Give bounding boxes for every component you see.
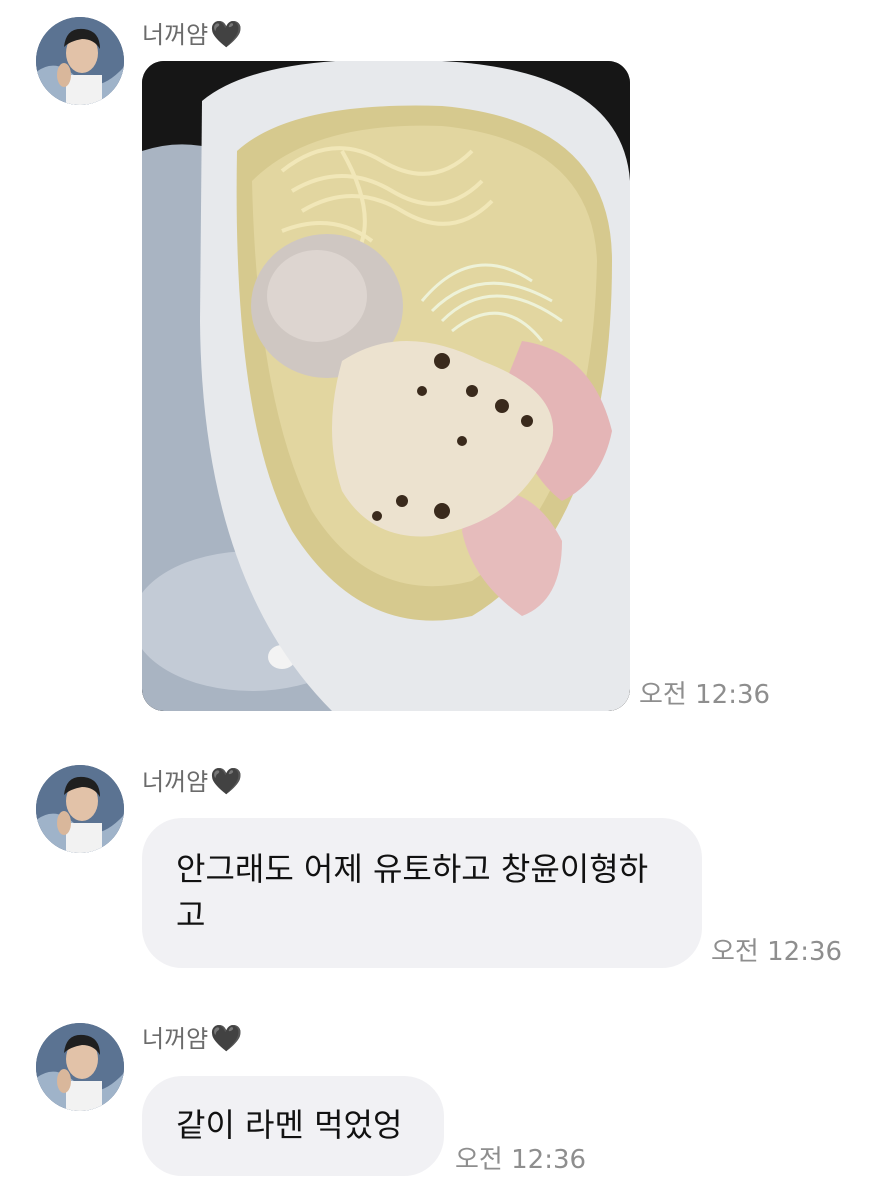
message-text: 같이 라멘 먹었엉: [176, 1106, 403, 1144]
avatar[interactable]: [36, 1023, 124, 1111]
message-time: 오전 12:36: [711, 937, 843, 967]
message-bubble[interactable]: 안그래도 어제 유토하고 창윤이형하 고: [142, 818, 702, 968]
sender-name: 너꺼얌🖤: [142, 20, 243, 50]
black-heart-icon: 🖤: [210, 20, 243, 50]
message-time: 오전 12:36: [639, 680, 771, 710]
ramen-photo-icon: [142, 61, 630, 711]
sender-name-text: 너꺼얌: [142, 21, 209, 49]
message-bubble[interactable]: 같이 라멘 먹었엉: [142, 1076, 444, 1176]
sender-name-text: 너꺼얌: [142, 768, 209, 796]
sender-name: 너꺼얌🖤: [142, 1024, 243, 1054]
sender-name: 너꺼얌🖤: [142, 767, 243, 797]
sender-name-text: 너꺼얌: [142, 1025, 209, 1053]
black-heart-icon: 🖤: [210, 1024, 243, 1054]
ramen-photo[interactable]: [142, 61, 630, 711]
black-heart-icon: 🖤: [210, 767, 243, 797]
message-text: 안그래도 어제 유토하고 창윤이형하 고: [176, 850, 649, 934]
avatar[interactable]: [36, 765, 124, 853]
profile-photo-icon: [36, 1023, 124, 1111]
profile-photo-icon: [36, 17, 124, 105]
message-time: 오전 12:36: [455, 1145, 587, 1175]
profile-photo-icon: [36, 765, 124, 853]
avatar[interactable]: [36, 17, 124, 105]
